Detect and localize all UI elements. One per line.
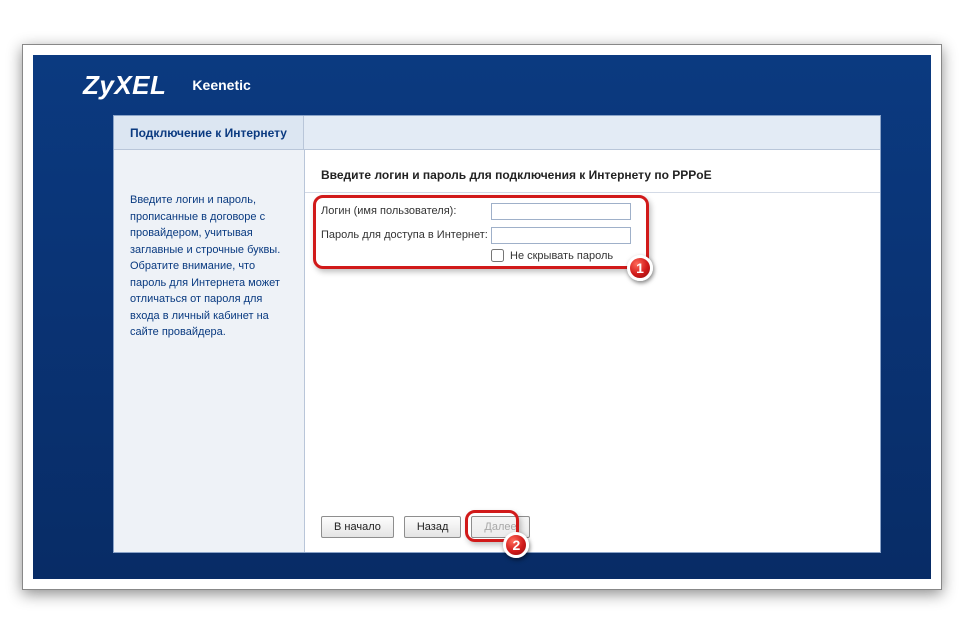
login-label: Логин (имя пользователя): xyxy=(321,205,491,217)
side-help-text: Введите логин и пароль, прописанные в до… xyxy=(114,150,304,552)
password-input[interactable] xyxy=(491,227,631,244)
password-label: Пароль для доступа в Интернет: xyxy=(321,229,491,241)
brand-logo: ZyXEL xyxy=(83,70,166,101)
row-show-password: Не скрывать пароль xyxy=(491,249,864,262)
header: ZyXEL Keenetic xyxy=(33,55,931,115)
router-admin-window: ZyXEL Keenetic Подключение к Интернету В… xyxy=(33,55,931,579)
login-input[interactable] xyxy=(491,203,631,220)
credentials-form: Логин (имя пользователя): Пароль для дос… xyxy=(321,201,864,262)
product-name: Keenetic xyxy=(192,77,250,93)
next-button-wrap: Далее 2 xyxy=(471,516,529,538)
row-password: Пароль для доступа в Интернет: xyxy=(321,225,864,245)
form-heading: Введите логин и пароль для подключения к… xyxy=(305,168,880,192)
screenshot-frame: ZyXEL Keenetic Подключение к Интернету В… xyxy=(22,44,942,590)
show-password-checkbox[interactable] xyxy=(491,249,504,262)
panel-content: Введите логин и пароль, прописанные в до… xyxy=(114,150,880,552)
wizard-button-bar: В начало Назад Далее 2 xyxy=(321,516,864,538)
restart-button[interactable]: В начало xyxy=(321,516,394,538)
divider xyxy=(305,192,880,193)
show-password-label: Не скрывать пароль xyxy=(510,250,613,262)
main-panel: Подключение к Интернету Введите логин и … xyxy=(113,115,881,553)
tab-bar: Подключение к Интернету xyxy=(114,116,880,150)
row-login: Логин (имя пользователя): xyxy=(321,201,864,221)
tab-label: Подключение к Интернету xyxy=(130,126,287,140)
form-area: Введите логин и пароль для подключения к… xyxy=(304,150,880,552)
next-button[interactable]: Далее xyxy=(471,516,529,538)
tab-internet-connection[interactable]: Подключение к Интернету xyxy=(114,116,304,149)
back-button[interactable]: Назад xyxy=(404,516,462,538)
